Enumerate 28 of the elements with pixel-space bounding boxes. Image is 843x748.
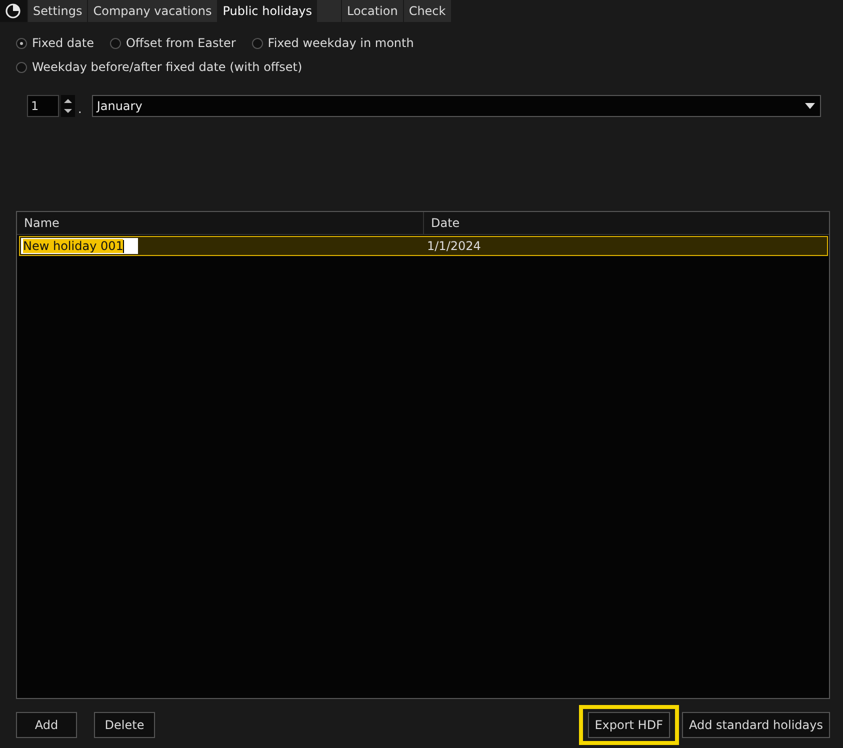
tab[interactable]: Check — [402, 0, 451, 22]
action-button[interactable]: Add standard holidays — [682, 712, 830, 738]
radio-button[interactable] — [252, 38, 263, 48]
tab[interactable]: Public holidays — [216, 0, 318, 22]
month-dropdown[interactable]: January — [92, 95, 821, 117]
radio-label: Fixed weekday in month — [268, 36, 414, 50]
column-header[interactable]: Name — [17, 212, 424, 234]
radio-button[interactable] — [16, 62, 27, 72]
action-button[interactable]: Add — [16, 712, 77, 738]
column-header[interactable]: Date — [424, 212, 829, 234]
radio-label: Weekday before/after fixed date (with offset) — [32, 60, 302, 74]
radio-label: Fixed date — [32, 36, 94, 50]
export-button[interactable]: Export HDF — [588, 712, 670, 738]
spinner-icon[interactable] — [61, 95, 75, 117]
table-cell: 1/1/2024 — [427, 239, 481, 253]
action-button[interactable]: Delete — [94, 712, 155, 738]
name-edit-field[interactable]: New holiday 001 — [21, 238, 138, 254]
day-field[interactable]: 1 — [27, 95, 59, 117]
radio-label: Offset from Easter — [126, 36, 236, 50]
tab[interactable]: Company vacations — [87, 0, 217, 22]
tab[interactable]: Location — [341, 0, 403, 22]
radio-button[interactable] — [16, 38, 27, 48]
clock-icon — [5, 3, 21, 19]
separator-text: . — [78, 102, 82, 116]
tab[interactable]: Settings — [27, 0, 88, 22]
radio-button[interactable] — [110, 38, 121, 48]
table-row[interactable]: New holiday 001 1/1/2024 — [19, 236, 828, 256]
dropdown-arrow-icon — [804, 102, 816, 110]
